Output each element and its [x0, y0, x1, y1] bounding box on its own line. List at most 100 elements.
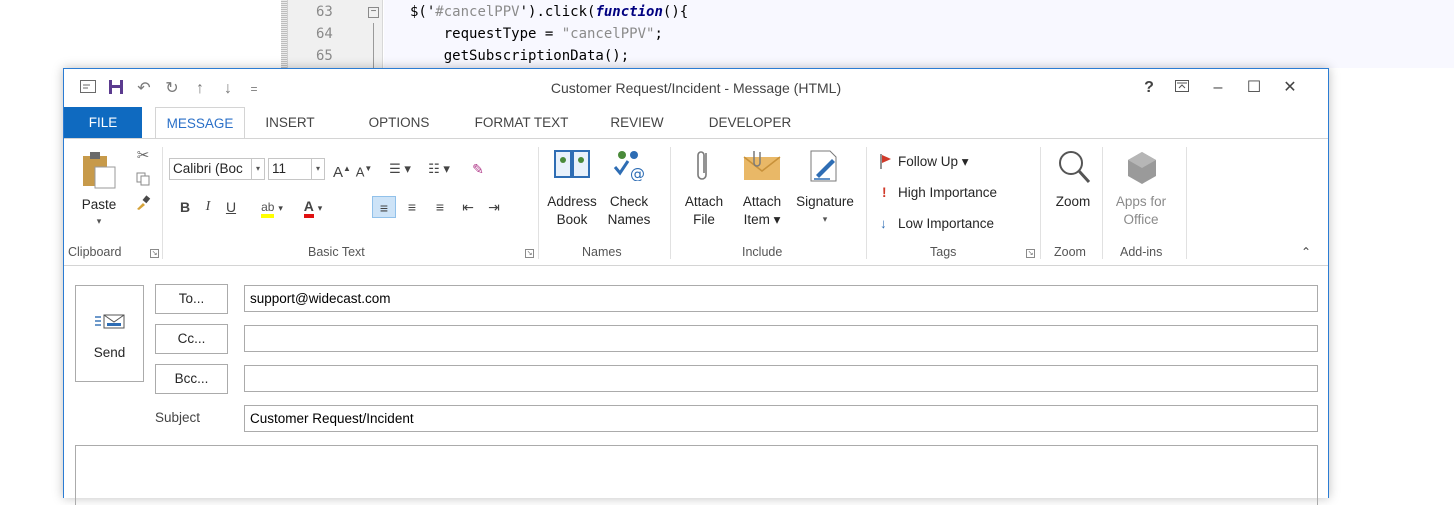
attach-item-button[interactable]: Attach Item ▾ [734, 149, 790, 239]
italic-button[interactable]: I [197, 196, 219, 218]
shrink-font-icon[interactable]: A▼ [354, 158, 374, 180]
signature-dropdown-icon[interactable]: ▾ [790, 211, 860, 228]
check-names-label-2: Names [607, 212, 651, 227]
help-button[interactable]: ? [1137, 77, 1161, 99]
apps-label-2: Office [1123, 212, 1159, 227]
grow-font-icon[interactable]: A▲ [332, 158, 352, 181]
apps-for-office-button[interactable]: Apps for Office [1106, 149, 1176, 239]
numbering-icon[interactable]: ☷ ▾ [420, 158, 458, 180]
fold-toggle[interactable]: − [368, 7, 379, 18]
group-label-add-ins: Add-ins [1120, 245, 1163, 259]
minimize-button[interactable]: – [1206, 77, 1230, 99]
subject-field[interactable]: Customer Request/Incident [244, 405, 1318, 432]
clipboard-launcher-icon[interactable]: ↘ [150, 249, 159, 258]
increase-indent-icon[interactable]: ⇥ [482, 196, 506, 218]
cc-field[interactable] [244, 325, 1318, 352]
low-importance-label: Low Importance [898, 216, 995, 231]
group-separator [1040, 147, 1041, 259]
line-number: 63 [316, 4, 333, 20]
tags-launcher-icon[interactable]: ↘ [1026, 249, 1035, 258]
signature-button[interactable]: Signature ▾ [790, 149, 860, 239]
check-names-button[interactable]: @ Check Names [602, 149, 656, 239]
signature-label-1: Signature [796, 194, 854, 209]
decrease-indent-icon[interactable]: ⇤ [456, 196, 480, 218]
low-importance-icon: ↓ [880, 216, 887, 231]
tab-developer[interactable]: DEVELOPER [694, 107, 806, 139]
format-painter-icon[interactable] [132, 192, 154, 214]
follow-up-button[interactable]: Follow Up ▾ [878, 151, 1028, 173]
editor-splitter[interactable] [281, 0, 288, 68]
svg-text:@: @ [630, 165, 645, 181]
message-window: ↶ ↻ ↑ ↓ = Customer Request/Incident - Me… [63, 68, 1329, 505]
maximize-button[interactable]: ☐ [1242, 77, 1266, 99]
high-importance-button[interactable]: ! High Importance [878, 182, 1038, 204]
code-line: requestType = "cancelPPV"; [410, 26, 663, 42]
low-importance-button[interactable]: ↓ Low Importance [878, 213, 1038, 235]
to-button[interactable]: To... [155, 284, 228, 314]
zoom-icon [1059, 151, 1091, 184]
send-label: Send [93, 345, 126, 360]
group-label-basic-text: Basic Text [308, 245, 365, 259]
group-label-include: Include [742, 245, 783, 259]
attach-file-button[interactable]: Attach File [676, 149, 732, 239]
tab-format-text[interactable]: FORMAT TEXT [464, 107, 579, 139]
line-number: 64 [316, 26, 333, 42]
line-number: 65 [316, 48, 333, 64]
tab-insert[interactable]: INSERT [254, 107, 326, 139]
address-book-label-1: Address [547, 194, 597, 209]
cut-icon[interactable]: ✂ [132, 145, 154, 167]
copy-icon[interactable] [132, 168, 154, 190]
send-icon [95, 314, 125, 329]
font-name-dropdown-icon[interactable]: ▾ [251, 159, 264, 179]
apps-label-1: Apps for [1115, 194, 1167, 209]
group-separator [538, 147, 539, 259]
address-book-button[interactable]: Address Book [544, 149, 600, 239]
font-name-combo[interactable]: Calibri (Boc ▾ [169, 158, 265, 180]
paste-dropdown-arrow-icon[interactable]: ▾ [76, 213, 122, 230]
check-names-label-1: Check [609, 194, 649, 209]
collapse-ribbon-icon[interactable]: ⌃ [1296, 241, 1316, 263]
clear-formatting-icon[interactable]: ✎ [466, 158, 490, 180]
bullets-icon[interactable]: ☰ ▾ [382, 158, 418, 180]
address-book-label-2: Book [556, 212, 588, 227]
font-size-value: 11 [272, 161, 287, 176]
zoom-button[interactable]: Zoom [1046, 149, 1100, 239]
highlight-color-icon[interactable]: ab ▾ [252, 195, 292, 218]
ribbon: Paste ▾ ✂ Clipboard ↘ Calibri (Boc ▾ 11 … [64, 138, 1328, 266]
align-left-button[interactable]: ≡ [372, 196, 396, 218]
tab-message[interactable]: MESSAGE [155, 107, 245, 139]
center-button[interactable]: ≡ [400, 196, 424, 218]
high-importance-label: High Importance [898, 185, 998, 200]
font-size-combo[interactable]: 11 ▾ [268, 158, 325, 180]
ribbon-display-options-button[interactable] [1170, 77, 1194, 99]
send-button[interactable]: Send [75, 285, 144, 382]
to-field[interactable]: support@widecast.com [244, 285, 1318, 312]
group-label-zoom: Zoom [1054, 245, 1086, 259]
title-bar[interactable]: ↶ ↻ ↑ ↓ = Customer Request/Incident - Me… [64, 69, 1328, 107]
tab-options[interactable]: OPTIONS [355, 107, 443, 139]
group-label-clipboard: Clipboard [68, 245, 122, 259]
message-body[interactable] [75, 445, 1318, 505]
cc-button[interactable]: Cc... [155, 324, 228, 354]
group-separator [1102, 147, 1103, 259]
paste-button[interactable]: Paste ▾ [76, 149, 122, 239]
basic-text-launcher-icon[interactable]: ↘ [525, 249, 534, 258]
fold-guide [373, 23, 374, 68]
tab-review[interactable]: REVIEW [601, 107, 673, 139]
align-right-button[interactable]: ≡ [428, 196, 452, 218]
bcc-button[interactable]: Bcc... [155, 364, 228, 394]
paste-label: Paste [81, 197, 117, 212]
group-label-tags: Tags [930, 245, 957, 259]
bold-button[interactable]: B [174, 196, 196, 218]
code-line: $('#cancelPPV').click(function(){ [410, 4, 689, 20]
high-importance-icon: ! [882, 185, 887, 200]
font-color-icon[interactable]: A ▾ [294, 195, 332, 218]
tab-file[interactable]: FILE [64, 107, 142, 139]
font-size-dropdown-icon[interactable]: ▾ [311, 159, 324, 179]
close-button[interactable]: ✕ [1278, 77, 1302, 99]
group-separator [162, 147, 163, 259]
attach-item-label-1: Attach [742, 194, 782, 209]
underline-button[interactable]: U [220, 196, 242, 218]
bcc-field[interactable] [244, 365, 1318, 392]
group-separator [1186, 147, 1187, 259]
